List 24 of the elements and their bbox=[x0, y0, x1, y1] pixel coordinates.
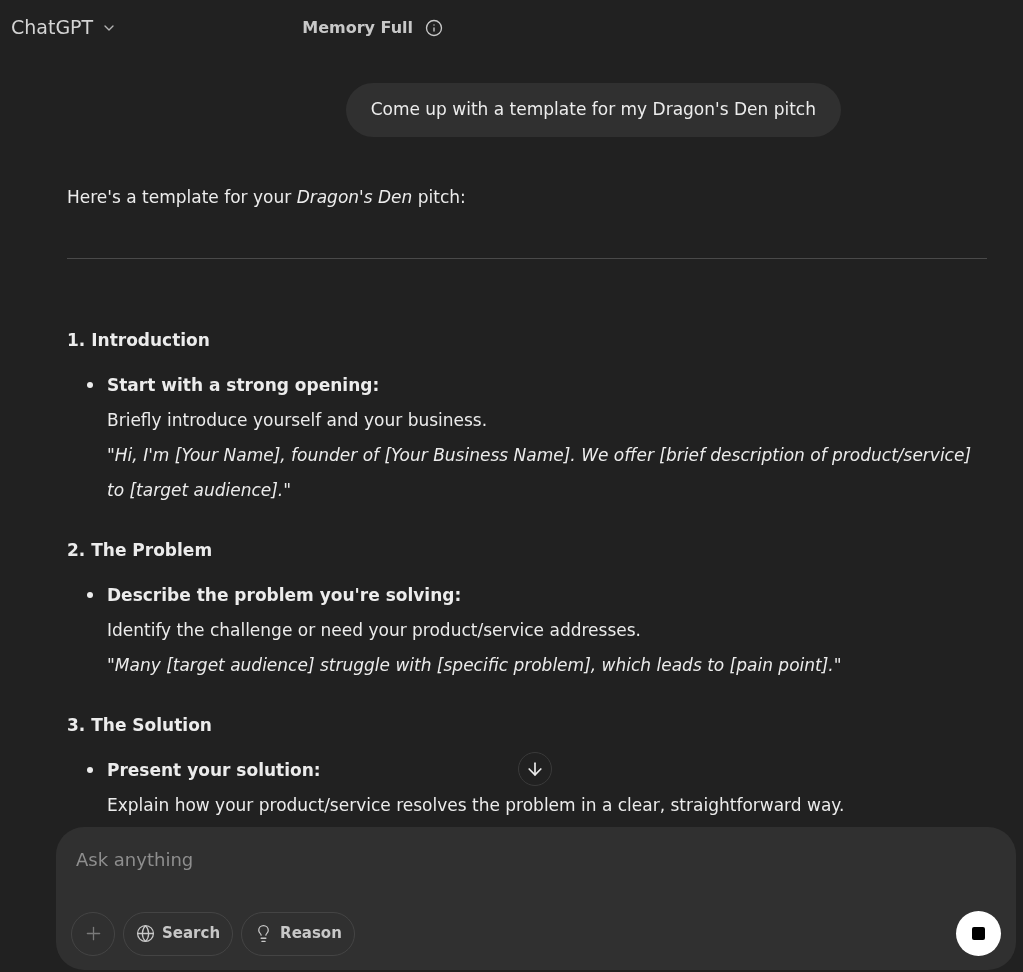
section-heading: 2. The Problem bbox=[67, 539, 214, 562]
user-message: Come up with a template for my Dragon's Den pitch bbox=[345, 83, 841, 137]
scroll-down-button[interactable] bbox=[518, 752, 552, 786]
section-heading: 3. The Solution bbox=[67, 714, 213, 737]
example-quote: "Hi, I'm [Your Name], founder of [Your Business Name]. We offer [brief description of product/service] to [target audience]." bbox=[107, 444, 973, 502]
globe-icon bbox=[136, 924, 155, 943]
bullet-text: Briefly introduce yourself and your business. bbox=[107, 409, 488, 432]
bullet-icon bbox=[87, 382, 93, 388]
section-heading: 1. Introduction bbox=[67, 329, 211, 352]
model-selector[interactable]: ChatGPT bbox=[11, 13, 118, 42]
stop-button[interactable] bbox=[956, 911, 1001, 956]
info-icon[interactable] bbox=[425, 18, 444, 37]
bullet-text: Explain how your product/service resolves the problem in a clear, straightforward way. bbox=[107, 794, 845, 817]
bullet-title: Describe the problem you're solving: bbox=[107, 584, 462, 607]
bullet-title: Start with a strong opening: bbox=[107, 374, 380, 397]
bullet-icon bbox=[87, 767, 93, 773]
memory-status: Memory Full bbox=[302, 16, 414, 39]
message-input[interactable]: Ask anything bbox=[76, 846, 1000, 873]
reply-intro: Here's a template for your Dragon's Den pitch: bbox=[67, 186, 467, 209]
bullet-icon bbox=[87, 592, 93, 598]
bullet-title: Present your solution: bbox=[107, 759, 321, 782]
stop-icon bbox=[972, 927, 985, 940]
bullet-text: Identify the challenge or need your product/service addresses. bbox=[107, 619, 641, 642]
example-quote: "Many [target audience] struggle with [specific problem], which leads to [pain point]." bbox=[107, 654, 842, 677]
